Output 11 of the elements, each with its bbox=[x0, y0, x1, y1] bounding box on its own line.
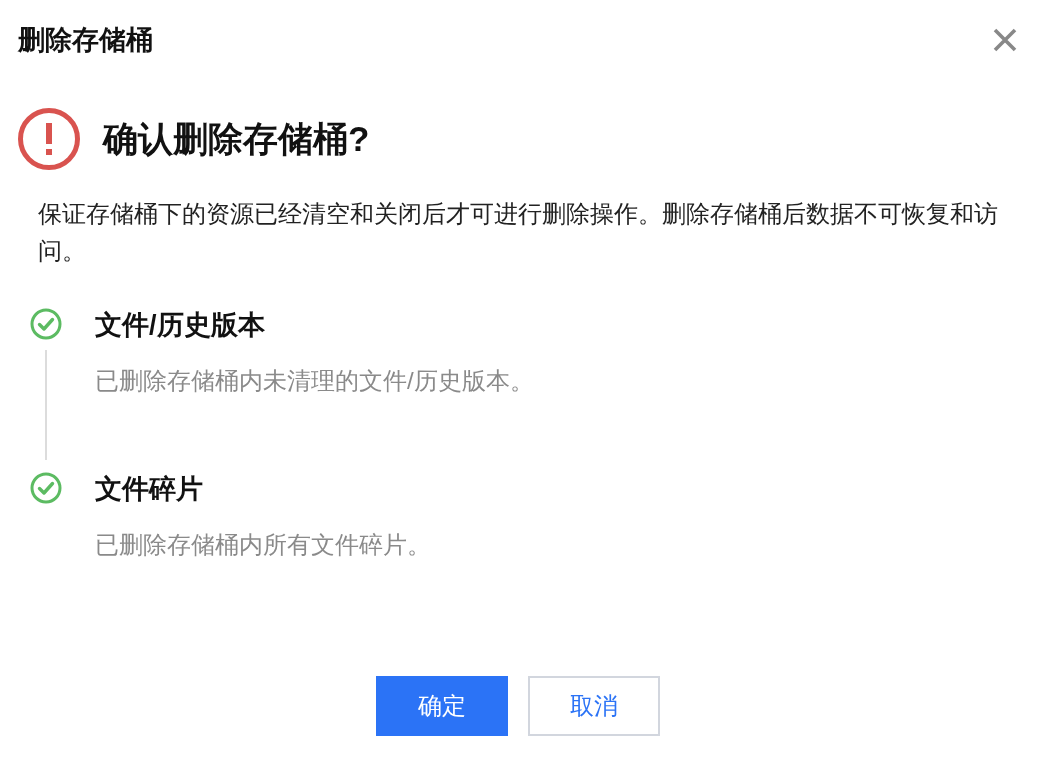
step-title: 文件/历史版本 bbox=[95, 309, 266, 342]
step-title: 文件碎片 bbox=[95, 473, 204, 506]
confirm-heading: 确认删除存储桶? bbox=[103, 118, 370, 160]
close-icon[interactable] bbox=[992, 27, 1018, 53]
warning-message: 保证存储桶下的资源已经清空和关闭后才可进行删除操作。删除存储桶后数据不可恢复和访问。 bbox=[38, 199, 999, 266]
step-description: 已删除存储桶内所有文件碎片。 bbox=[95, 530, 431, 560]
warning-icon bbox=[18, 108, 80, 170]
step-description: 已删除存储桶内未清理的文件/历史版本。 bbox=[95, 366, 534, 396]
dialog-title: 删除存储桶 bbox=[18, 24, 153, 57]
confirm-button[interactable]: 确定 bbox=[376, 676, 508, 736]
cancel-button[interactable]: 取消 bbox=[528, 676, 660, 736]
